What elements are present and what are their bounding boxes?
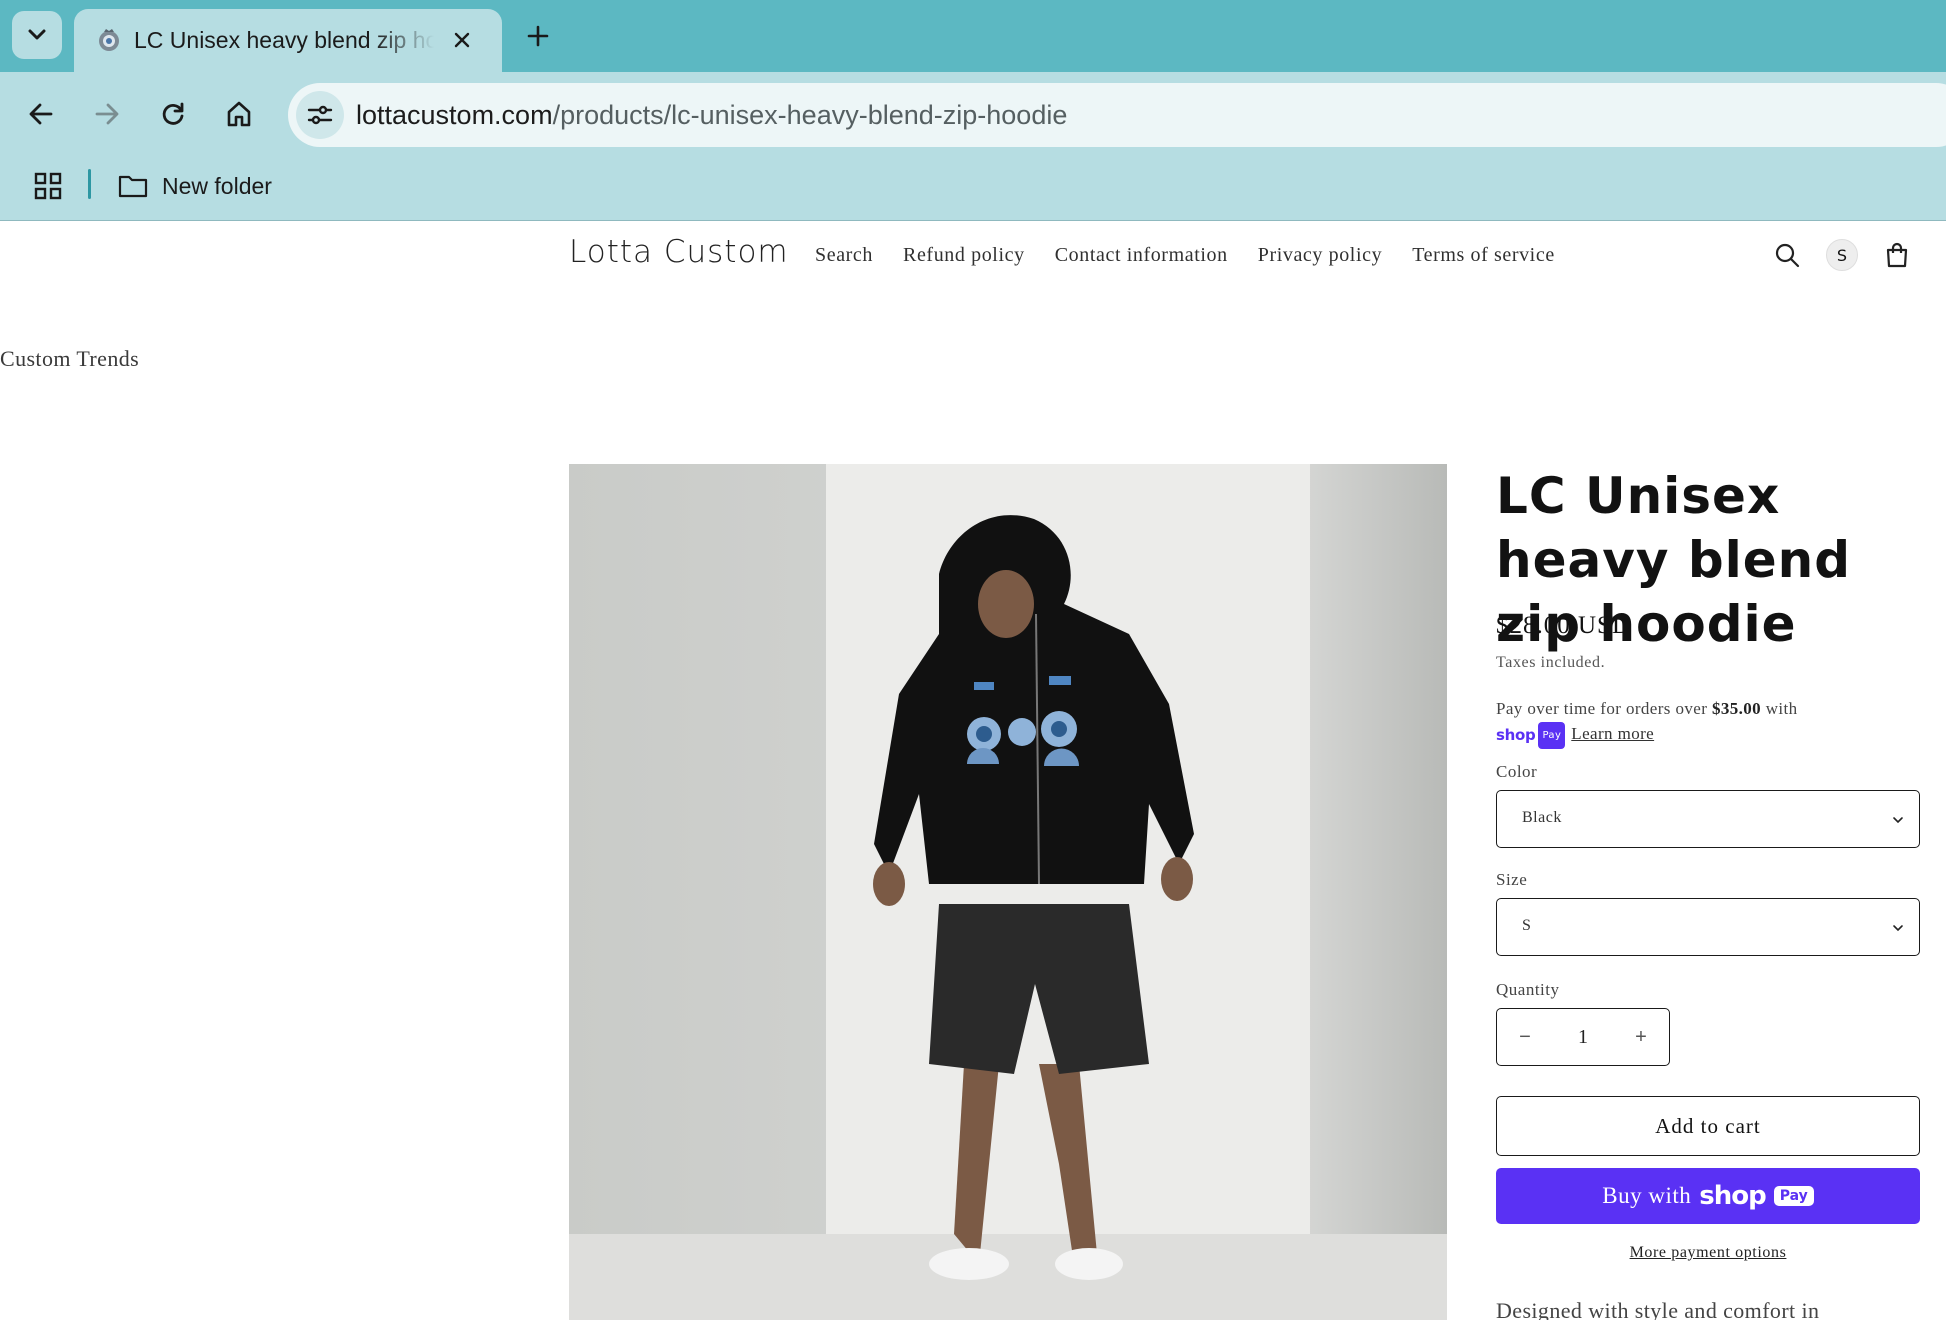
shop-pay-logo: shop Pay	[1496, 721, 1566, 749]
quantity-stepper: − 1 +	[1496, 1008, 1670, 1066]
color-select-value: Black	[1522, 809, 1562, 826]
address-bar[interactable]: lottacustom.com/products/lc-unisex-heavy…	[288, 83, 1946, 147]
menu-item-terms-of-service[interactable]: Terms of service	[1412, 244, 1555, 267]
installments-amount: $35.00	[1711, 699, 1762, 718]
buy-now-label: Buy with	[1602, 1183, 1692, 1208]
url-domain: lottacustom.com	[356, 100, 553, 130]
apps-grid-icon	[34, 172, 62, 200]
chevron-down-icon	[1893, 925, 1903, 932]
store-logo[interactable]: Lotta Custom	[569, 234, 789, 270]
bookmarks-bar: New folder	[0, 156, 1946, 221]
bookmark-label: New folder	[162, 172, 272, 199]
back-button[interactable]	[19, 92, 63, 136]
reload-icon	[162, 102, 184, 125]
color-label: Color	[1496, 762, 1538, 781]
installments-prefix: Pay over time for orders over	[1496, 699, 1712, 718]
tab-search-button[interactable]	[12, 11, 62, 59]
announcement-text: Custom Trends	[0, 346, 140, 371]
tax-note: Taxes included.	[1496, 654, 1606, 671]
shop-pay-pill: Pay	[1538, 721, 1566, 749]
close-icon	[454, 32, 470, 48]
menu-item-contact-information[interactable]: Contact information	[1055, 244, 1228, 267]
close-tab-button[interactable]	[448, 26, 476, 54]
chevron-down-icon	[28, 29, 46, 40]
cart-button[interactable]	[1878, 236, 1916, 274]
bookmarks-divider	[88, 169, 91, 199]
hoodie-model-photo	[569, 464, 1447, 1320]
browser-toolbar: lottacustom.com/products/lc-unisex-heavy…	[0, 72, 1946, 156]
decrease-quantity-button[interactable]: −	[1497, 1009, 1553, 1065]
menu-item-privacy-policy[interactable]: Privacy policy	[1258, 244, 1382, 267]
arrow-right-icon	[95, 103, 119, 125]
avatar: S	[1826, 239, 1858, 271]
home-button[interactable]	[217, 92, 261, 136]
plus-icon	[527, 25, 549, 47]
shop-pay-installments: Pay over time for orders over $35.00 wit…	[1496, 696, 1920, 749]
new-tab-button[interactable]	[518, 16, 558, 56]
shop-pay-word: shop	[1496, 725, 1536, 744]
product-description: Designed with style and comfort in	[1496, 1298, 1820, 1320]
active-tab[interactable]: LC Unisex heavy blend zip hoodie	[74, 9, 502, 72]
chevron-down-icon	[1893, 817, 1903, 824]
main-menu: Search Refund policy Contact information…	[815, 244, 1555, 267]
size-select-value: S	[1522, 917, 1532, 934]
tab-title: LC Unisex heavy blend zip hoodie	[134, 27, 434, 53]
cart-icon	[1886, 242, 1908, 268]
menu-item-refund-policy[interactable]: Refund policy	[903, 244, 1025, 267]
bookmark-folder-new-folder[interactable]: New folder	[118, 164, 272, 208]
product-price: $28.00 USD	[1496, 612, 1632, 639]
site-info-button[interactable]	[296, 91, 344, 139]
header-search-button[interactable]	[1768, 236, 1806, 274]
pay-badge: Pay	[1773, 1186, 1814, 1206]
size-select[interactable]: S	[1496, 898, 1920, 956]
store-logo-icon	[99, 29, 119, 51]
arrow-left-icon	[29, 103, 53, 125]
tune-icon	[307, 105, 333, 125]
folder-icon	[118, 175, 148, 198]
size-label: Size	[1496, 870, 1528, 889]
increase-quantity-button[interactable]: +	[1613, 1009, 1669, 1065]
add-to-cart-button[interactable]: Add to cart	[1496, 1096, 1920, 1156]
store-header: Lotta Custom Search Refund policy Contac…	[0, 222, 1946, 288]
url-path: /products/lc-unisex-heavy-blend-zip-hood…	[552, 100, 1068, 130]
account-button[interactable]: S	[1823, 236, 1861, 274]
buy-with-shop-pay-button[interactable]: Buy with shop Pay	[1496, 1168, 1920, 1224]
search-icon	[1775, 243, 1800, 268]
product-image[interactable]	[569, 464, 1447, 1320]
forward-button[interactable]	[85, 92, 129, 136]
apps-button[interactable]	[28, 166, 68, 206]
installments-suffix: with	[1761, 699, 1798, 718]
color-select[interactable]: Black	[1496, 790, 1920, 848]
home-icon	[227, 101, 251, 127]
url-text: lottacustom.com/products/lc-unisex-heavy…	[356, 97, 1067, 133]
menu-item-search[interactable]: Search	[815, 244, 873, 267]
browser-tab-strip: LC Unisex heavy blend zip hoodie	[0, 0, 1946, 72]
quantity-input[interactable]: 1	[1553, 1009, 1613, 1065]
reload-button[interactable]	[151, 92, 195, 136]
learn-more-link[interactable]: Learn more	[1571, 724, 1654, 743]
more-payment-options-link[interactable]: More payment options	[1496, 1244, 1920, 1262]
quantity-label: Quantity	[1496, 980, 1560, 999]
shop-wordmark: shop	[1699, 1181, 1766, 1211]
